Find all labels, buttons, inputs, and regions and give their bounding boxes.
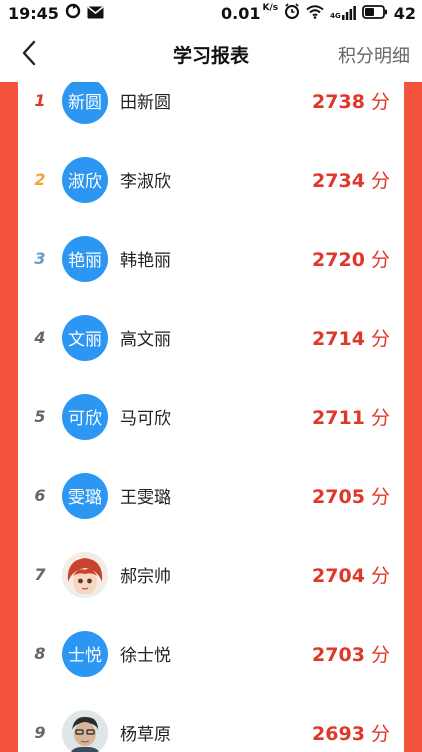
avatar[interactable]: 士悦	[62, 630, 108, 677]
avatar[interactable]: 淑欣	[62, 156, 108, 203]
rank-number: 5	[34, 407, 46, 426]
score: 2705 分	[312, 482, 404, 509]
score-value: 2714	[312, 328, 365, 350]
rank-number: 4	[34, 328, 46, 347]
battery-level: 42	[393, 3, 416, 23]
back-button[interactable]	[14, 38, 44, 68]
ranking-row[interactable]: 1 新圆 田新圆 2738 分	[18, 82, 404, 140]
avatar[interactable]: 雯璐	[62, 472, 108, 519]
score-value: 2693	[312, 723, 365, 745]
member-name: 高文丽	[120, 330, 171, 350]
sync-icon	[65, 3, 81, 23]
score: 2720 分	[312, 245, 404, 272]
avatar[interactable]: 文丽	[62, 314, 108, 361]
score-unit: 分	[370, 486, 390, 508]
score: 2734 分	[312, 166, 404, 193]
avatar[interactable]	[62, 709, 108, 752]
rank-number: 8	[34, 644, 46, 663]
chevron-left-icon	[22, 40, 36, 66]
avatar[interactable]: 新圆	[62, 82, 108, 124]
member-name: 韩艳丽	[120, 251, 171, 271]
status-time: 19:45	[8, 3, 59, 23]
score-unit: 分	[370, 565, 390, 587]
ranking-list[interactable]: 1 新圆 田新圆 2738 分 2 淑欣 李淑欣 2734 分 3 艳丽 韩艳丽…	[18, 82, 404, 752]
photo-avatar-icon	[62, 709, 108, 752]
score-value: 2720	[312, 249, 365, 271]
ranking-row[interactable]: 3 艳丽 韩艳丽 2720 分	[18, 219, 404, 298]
avatar[interactable]	[62, 551, 108, 598]
member-name: 田新圆	[120, 93, 171, 113]
score: 2703 分	[312, 640, 404, 667]
score-value: 2705	[312, 486, 365, 508]
ranking-row[interactable]: 9 杨草原 2693 分	[18, 693, 404, 752]
score: 2711 分	[312, 403, 404, 430]
score: 2693 分	[312, 719, 404, 746]
score-unit: 分	[370, 170, 390, 192]
score-value: 2734	[312, 170, 365, 192]
right-red-border	[404, 82, 422, 752]
cell-signal-icon: 4G	[330, 6, 356, 20]
score: 2738 分	[312, 87, 404, 114]
avatar[interactable]: 艳丽	[62, 235, 108, 282]
score-unit: 分	[370, 723, 390, 745]
member-name: 郝宗帅	[120, 567, 171, 587]
page-title: 学习报表	[172, 44, 249, 67]
left-red-border	[0, 82, 18, 752]
battery-icon	[361, 4, 388, 23]
ranking-row[interactable]: 2 淑欣 李淑欣 2734 分	[18, 140, 404, 219]
score: 2704 分	[312, 561, 404, 588]
alarm-icon	[284, 3, 300, 23]
score-unit: 分	[370, 644, 390, 666]
member-name: 马可欣	[120, 409, 171, 429]
cell-signal-label: 4G	[330, 12, 341, 20]
net-speed: 0.01	[221, 3, 261, 23]
nav-bar: 学习报表 积分明细	[0, 26, 422, 82]
score-unit: 分	[370, 249, 390, 271]
ranking-row[interactable]: 6 雯璐 王雯璐 2705 分	[18, 456, 404, 535]
score-unit: 分	[370, 407, 390, 429]
cartoon-avatar-icon	[62, 551, 108, 598]
points-detail-link[interactable]: 积分明细	[338, 42, 410, 68]
score-value: 2711	[312, 407, 365, 429]
score-value: 2703	[312, 644, 365, 666]
ranking-row[interactable]: 8 士悦 徐士悦 2703 分	[18, 614, 404, 693]
ranking-row[interactable]: 5 可欣 马可欣 2711 分	[18, 377, 404, 456]
rank-number: 3	[34, 249, 46, 268]
ranking-row[interactable]: 4 文丽 高文丽 2714 分	[18, 298, 404, 377]
ranking-row[interactable]: 7 郝宗帅 2704 分	[18, 535, 404, 614]
status-bar: 19:45 0.01 K/s 4G 42	[0, 0, 422, 26]
score-value: 2738	[312, 91, 365, 113]
score-value: 2704	[312, 565, 365, 587]
score-unit: 分	[370, 328, 390, 350]
rank-number: 6	[34, 486, 46, 505]
rank-number: 9	[34, 723, 46, 742]
member-name: 杨草原	[120, 725, 171, 745]
member-name: 王雯璐	[120, 488, 171, 508]
rank-number: 1	[34, 91, 46, 110]
score-unit: 分	[370, 91, 390, 113]
avatar[interactable]: 可欣	[62, 393, 108, 440]
mail-icon	[87, 4, 104, 23]
wifi-icon	[306, 4, 324, 23]
rank-number: 7	[34, 565, 46, 584]
member-name: 李淑欣	[120, 172, 171, 192]
member-name: 徐士悦	[120, 646, 171, 666]
rank-number: 2	[34, 170, 46, 189]
score: 2714 分	[312, 324, 404, 351]
net-speed-unit: K/s	[262, 2, 279, 13]
